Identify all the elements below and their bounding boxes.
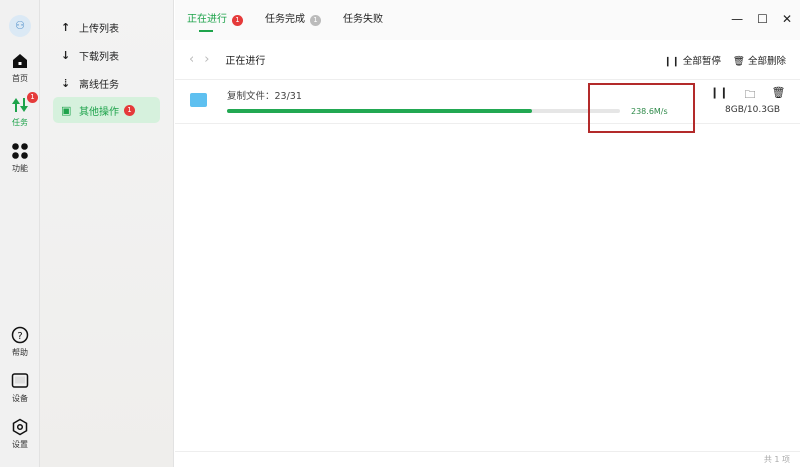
sidebar-label: 下载列表 (79, 51, 119, 63)
settings-icon (12, 418, 28, 436)
progress-fill (227, 109, 532, 113)
main-panel: 正在进行 1 任务完成 1 任务失败 — ☐ ✕ ‹ › 正在进行 ❙❙ 全部暂停 … (175, 0, 800, 467)
back-icon[interactable]: ‹ (189, 52, 194, 67)
open-folder-icon[interactable]: 🗀 (744, 86, 755, 105)
rail-label: 首页 (12, 74, 28, 83)
rail-label: 帮助 (12, 348, 28, 357)
tab-badge: 1 (232, 15, 243, 26)
bulk-actions: ❙❙ 全部暂停 🗑 全部删除 (664, 53, 786, 67)
tab-label: 正在进行 (187, 14, 227, 25)
maximize-icon[interactable]: ☐ (757, 12, 768, 26)
rail-label: 任务 (12, 118, 28, 127)
rail-label: 功能 (12, 164, 28, 173)
rail-item-features[interactable]: 功能 (0, 142, 40, 174)
footer-count: 共 1 项 (175, 451, 800, 467)
window-controls: — ☐ ✕ (731, 12, 792, 26)
sidebar-label: 其他操作 (79, 106, 119, 118)
download-icon: ↓ (61, 48, 71, 62)
svg-text:?: ? (17, 331, 22, 342)
tab-bar: 正在进行 1 任务完成 1 任务失败 (175, 0, 800, 40)
tab-badge: 1 (310, 15, 321, 26)
pause-all-button[interactable]: ❙❙ 全部暂停 (664, 53, 721, 67)
rail-item-help[interactable]: ? 帮助 (0, 326, 40, 358)
sidebar-item-other[interactable]: ▣ 其他操作 1 (53, 97, 160, 123)
pause-icon[interactable]: ❙❙ (710, 86, 728, 105)
rail-item-settings[interactable]: 设置 (0, 418, 40, 450)
trash-icon[interactable]: 🗑 (771, 86, 785, 105)
pause-icon: ❙❙ (663, 56, 680, 67)
avatar[interactable]: ⚇ (0, 15, 40, 37)
folder-icon (190, 93, 207, 107)
page-title: 正在进行 (225, 56, 266, 67)
grid-icon (12, 143, 28, 159)
sidebar-item-download[interactable]: ↓ 下载列表 (53, 42, 160, 68)
offline-download-icon: ⇣ (61, 76, 71, 90)
upload-icon: ↑ (61, 20, 71, 34)
minimize-icon[interactable]: — (731, 12, 743, 26)
sidebar-item-upload[interactable]: ↑ 上传列表 (53, 14, 160, 40)
button-label: 全部删除 (747, 56, 786, 67)
sidebar: ↑ 上传列表 ↓ 下载列表 ⇣ 离线任务 ▣ 其他操作 1 (40, 0, 174, 467)
close-icon[interactable]: ✕ (782, 12, 792, 26)
tab-in-progress[interactable]: 正在进行 1 (187, 0, 243, 40)
tab-label: 任务完成 (265, 14, 305, 25)
button-label: 全部暂停 (682, 56, 721, 67)
task-name: 复制文件：23/31 (227, 91, 302, 102)
trash-icon: 🗑 (732, 56, 745, 67)
rail-item-tasks[interactable]: 任务 1 (0, 92, 40, 128)
rail-label: 设置 (12, 440, 28, 449)
tab-label: 任务失败 (343, 14, 383, 25)
rail-label: 设备 (12, 394, 28, 403)
device-icon (11, 373, 29, 388)
calendar-icon: ▣ (61, 103, 72, 117)
tab-failed[interactable]: 任务失败 (343, 0, 383, 40)
task-actions: ❙❙ 🗀 🗑 (710, 86, 785, 105)
home-icon (13, 54, 27, 68)
app-rail: ⚇ 首页 任务 1 功能 ? 帮助 设备 设置 (0, 0, 40, 467)
progress-bar (227, 109, 620, 113)
delete-all-button[interactable]: 🗑 全部删除 (733, 53, 786, 67)
other-badge: 1 (124, 104, 135, 116)
help-icon: ? (11, 326, 29, 344)
sidebar-item-offline[interactable]: ⇣ 离线任务 (53, 70, 160, 96)
highlight-box (588, 83, 695, 133)
forward-icon[interactable]: › (204, 52, 209, 67)
rail-item-home[interactable]: 首页 (0, 52, 40, 84)
rail-item-device[interactable]: 设备 (0, 372, 40, 404)
task-badge: 1 (27, 92, 38, 103)
sidebar-label: 离线任务 (79, 79, 119, 91)
task-size: 8GB/10.3GB (725, 105, 781, 115)
task-row[interactable]: 复制文件：23/31 238.6M/s ❙❙ 🗀 🗑 8GB/10.3GB (175, 80, 800, 133)
sidebar-label: 上传列表 (79, 23, 119, 35)
tab-completed[interactable]: 任务完成 1 (265, 0, 321, 40)
